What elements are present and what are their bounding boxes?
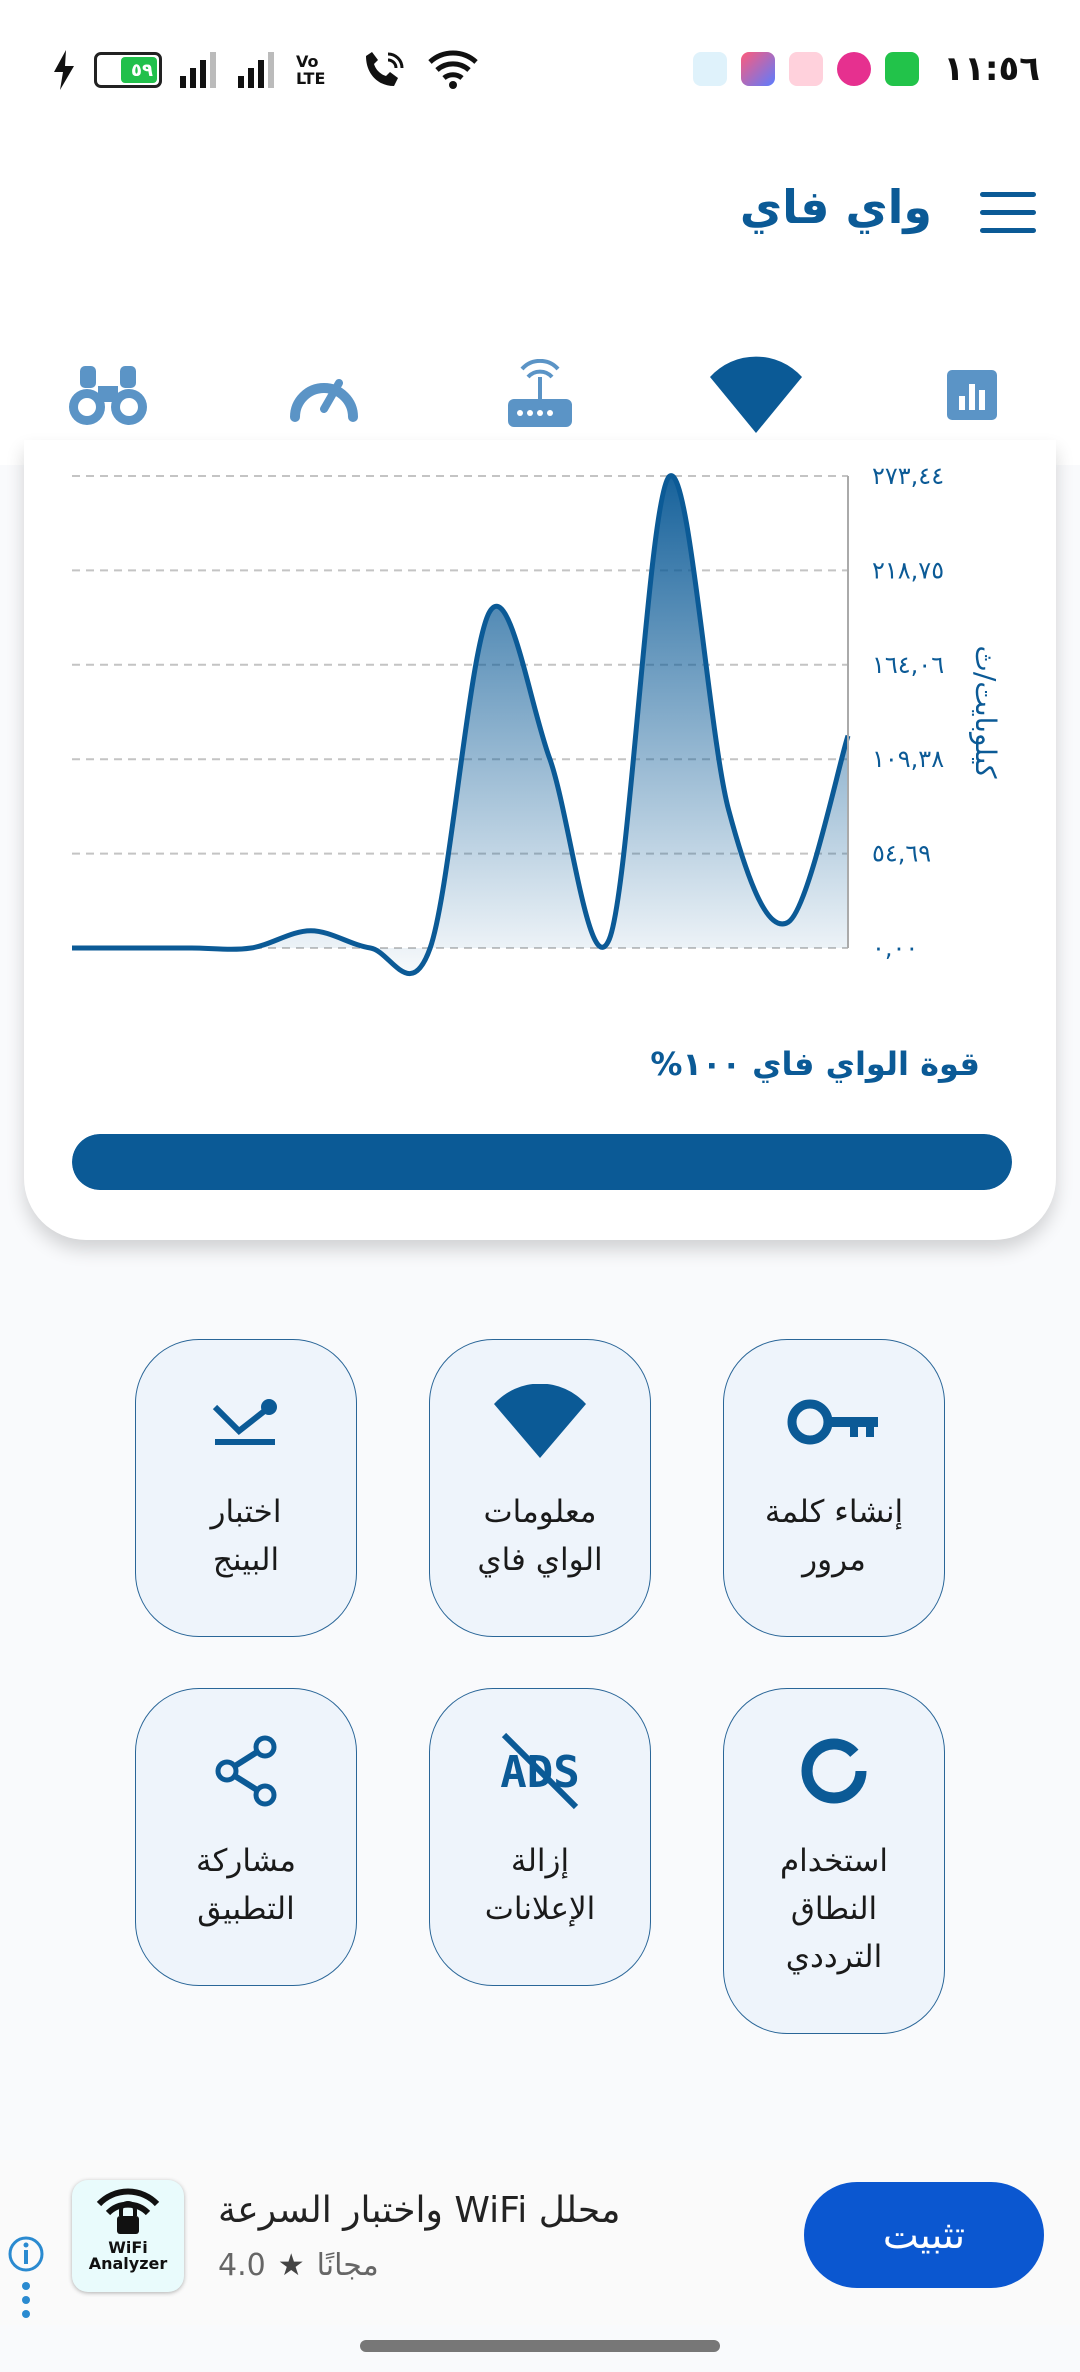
y-axis-label: كيلوبايت/ث <box>969 646 1002 780</box>
wifi-calling-icon <box>366 52 404 86</box>
page-title: واي فاي <box>739 180 932 234</box>
remove-ads-tile[interactable]: ADS إزالةالإعلانات <box>429 1688 651 1986</box>
tile-label: استخدام النطاق الترددي <box>779 1843 889 1975</box>
ping-test-tile[interactable]: اختبار البينج <box>135 1339 357 1637</box>
bandwidth-usage-tile[interactable]: استخدام النطاق الترددي <box>723 1688 945 2034</box>
router-icon <box>508 359 572 427</box>
y-tick-label: ٠,٠٠ <box>872 934 918 962</box>
traffic-card: ٠,٠٠ ٥٤,٦٩ ١٠٩,٣٨ ١٦٤,٠٦ ٢١٨,٧٥ ٢٧٣,٤٤ كيلوبا… <box>24 440 1056 1240</box>
wifi-lock-icon <box>96 2188 160 2234</box>
ping-icon <box>212 1399 277 1445</box>
wifi-icon <box>710 356 802 433</box>
tile-label: إزالة الإعلانات <box>484 1843 596 1927</box>
signal-strength-icon <box>180 52 216 88</box>
wifi-strength-fill <box>72 1134 1012 1190</box>
tile-label: مشاركة التطبيق <box>195 1843 297 1927</box>
menu-icon[interactable] <box>980 192 1036 236</box>
bar-chart-icon <box>947 370 997 420</box>
pink-app-notification-icon <box>837 52 872 86</box>
chart-area <box>72 475 848 974</box>
battery-icon: ٥٩ <box>94 52 162 88</box>
y-tick-label: ٢٧٣,٤٤ <box>872 462 944 490</box>
ad-rating: 4.0 ★ مجانًا <box>218 2248 379 2283</box>
tab-scan[interactable] <box>48 345 168 445</box>
star-icon: ★ <box>277 2248 305 2283</box>
tab-wifi[interactable] <box>696 345 816 445</box>
key-icon <box>787 1399 878 1445</box>
y-tick-label: ٢١٨,٧٥ <box>872 556 944 584</box>
ad-info-icon[interactable] <box>8 2234 48 2328</box>
status-bar-left: ٥٩ Vo LTE <box>52 48 478 92</box>
y-tick-label: ١٠٩,٣٨ <box>872 745 944 773</box>
ad-app-icon[interactable]: WiFi Analyzer <box>72 2180 184 2292</box>
ad-banner[interactable]: WiFi Analyzer محلل WiFi واختبار السرعة 4… <box>0 2160 1080 2325</box>
bandwidth-icon <box>801 1738 867 1804</box>
game-notification-icon <box>789 52 824 86</box>
volte-icon: Vo LTE <box>296 52 326 88</box>
share-icon <box>215 1735 277 1807</box>
free-label: مجانًا <box>316 2248 379 2283</box>
rating-value: 4.0 <box>218 2248 266 2283</box>
tile-label: معلومات الواي فاي <box>477 1494 603 1578</box>
no-ads-icon: ADS <box>500 1732 580 1810</box>
signal-strength-2-icon <box>238 52 274 88</box>
wifi-strength-bar <box>72 1134 1012 1190</box>
gesture-nav-bar[interactable] <box>360 2340 720 2352</box>
wifi-status-icon <box>428 50 478 89</box>
share-app-tile[interactable]: مشاركة التطبيق <box>135 1688 357 1986</box>
star-app-notification-icon <box>741 52 776 86</box>
tab-speed[interactable] <box>264 345 384 445</box>
battery-level: ٥٩ <box>131 59 153 81</box>
create-password-tile[interactable]: إنشاء كلمة مرور <box>723 1339 945 1637</box>
install-button[interactable]: تثبيت <box>804 2182 1044 2288</box>
binoculars-icon <box>69 366 147 425</box>
wifi-strength-label: قوة الواي فاي ١٠٠% <box>650 1045 980 1083</box>
speedometer-icon <box>290 379 358 422</box>
charging-bolt-icon <box>54 50 74 90</box>
y-tick-label: ٥٤,٦٩ <box>872 840 931 868</box>
ad-title: محلل WiFi واختبار السرعة <box>218 2190 621 2231</box>
status-bar-right: ١١:٥٦ <box>693 46 1040 92</box>
green-app-notification-icon <box>885 52 920 86</box>
clock: ١١:٥٦ <box>943 49 1040 89</box>
tab-stats[interactable] <box>912 345 1032 445</box>
status-bar: ٥٩ Vo LTE ١١:٥٦ <box>0 0 1080 140</box>
app-notification-icon <box>693 52 728 86</box>
tab-router[interactable] <box>480 345 600 445</box>
tile-label: اختبار البينج <box>210 1494 282 1578</box>
app-bar: واي فاي <box>0 140 1080 325</box>
wifi-info-tile[interactable]: معلومات الواي فاي <box>429 1339 651 1637</box>
traffic-chart: ٠,٠٠ ٥٤,٦٩ ١٠٩,٣٨ ١٦٤,٠٦ ٢١٨,٧٥ ٢٧٣,٤٤ كيلوبا… <box>72 462 1002 977</box>
y-tick-label: ١٦٤,٠٦ <box>872 651 944 679</box>
tile-label: إنشاء كلمة مرور <box>764 1494 904 1578</box>
wifi-icon <box>494 1384 586 1458</box>
